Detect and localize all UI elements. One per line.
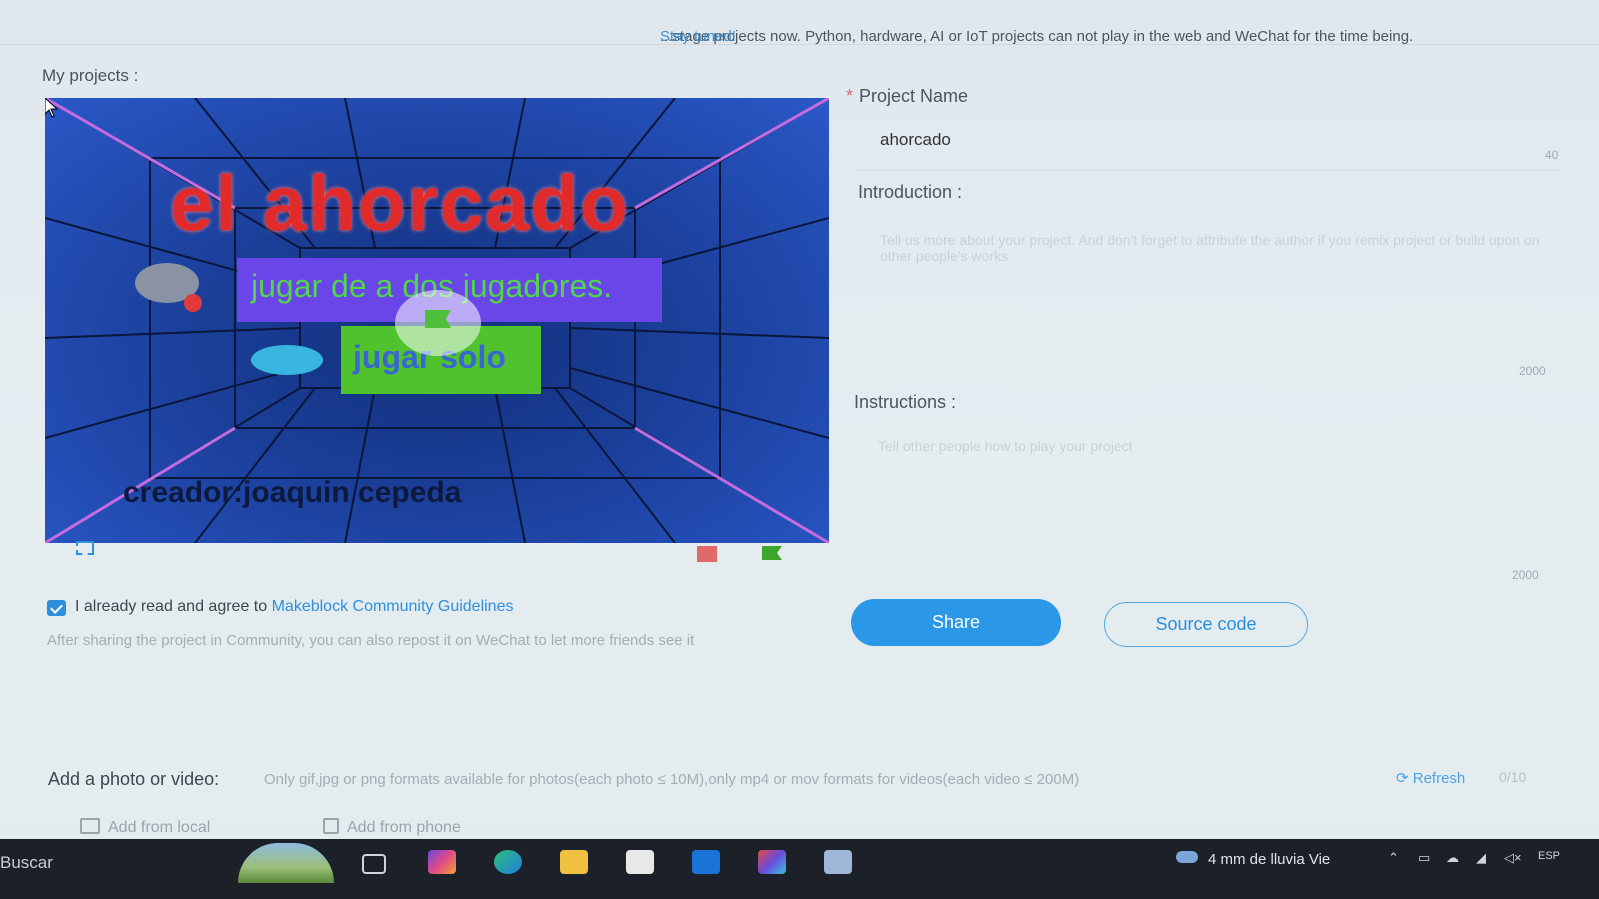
green-flag-overlay-icon[interactable] <box>395 290 481 356</box>
green-flag-icon[interactable] <box>762 546 782 560</box>
refresh-icon: ⟳ <box>1396 770 1413 787</box>
media-hint: Only gif,jpg or png formats available fo… <box>264 771 1080 788</box>
agreement-text: I already read and agree to Makeblock Co… <box>75 598 513 616</box>
wifi-icon[interactable]: ◢ <box>1476 850 1486 866</box>
introduction-max: 2000 <box>1519 364 1546 378</box>
app-icon[interactable] <box>824 850 852 874</box>
mouse-cursor-icon <box>45 98 59 118</box>
notice-bar: ...stage projects now. Python, hardware,… <box>0 0 1599 45</box>
edge-browser-icon[interactable] <box>494 850 522 874</box>
chevron-up-icon[interactable]: ⌃ <box>1388 850 1399 866</box>
outlook-icon[interactable] <box>692 850 720 874</box>
fullscreen-icon[interactable] <box>76 541 94 555</box>
source-code-button[interactable]: Source code <box>1104 602 1308 647</box>
phone-icon <box>323 818 339 834</box>
media-count: 0/10 <box>1499 769 1527 785</box>
project-name-underline <box>858 170 1558 171</box>
guidelines-link[interactable]: Makeblock Community Guidelines <box>272 598 514 615</box>
refresh-button[interactable]: ⟳ Refresh <box>1396 769 1465 787</box>
language-indicator[interactable]: ESP <box>1538 850 1560 862</box>
add-from-local-button[interactable]: Add from local <box>80 818 210 837</box>
office-icon[interactable] <box>758 850 786 874</box>
agreement-label: I already read and agree to <box>75 598 268 615</box>
media-label: Add a photo or video: <box>48 769 220 789</box>
stop-icon[interactable] <box>697 546 717 562</box>
project-name-input[interactable]: ahorcado <box>880 130 951 150</box>
project-name-label: * Project Name <box>846 86 969 106</box>
instructions-label: Instructions : <box>854 392 957 412</box>
creator-credit: creador:joaquin cepeda <box>123 476 462 509</box>
share-hint: After sharing the project in Community, … <box>47 632 695 649</box>
project-stage[interactable]: el ahorcado jugar de a dos jugadores. ju… <box>45 98 829 543</box>
required-mark: * <box>846 86 854 106</box>
introduction-textarea[interactable]: Tell us more about your project. And don… <box>880 232 1545 412</box>
stay-tuned-text: Stay tuned! <box>660 28 736 45</box>
task-view-icon[interactable] <box>362 854 386 874</box>
my-projects-label: My projects : <box>42 66 139 85</box>
gamepad-vs-icon <box>135 263 202 312</box>
rain-cloud-icon <box>1176 851 1198 863</box>
copilot-icon[interactable] <box>428 850 456 874</box>
instructions-max: 2000 <box>1512 568 1539 582</box>
introduction-label: Introduction : <box>858 182 963 202</box>
volume-muted-icon[interactable]: ◁× <box>1504 850 1522 866</box>
weather-widget[interactable]: 4 mm de lluvia Vie <box>1176 851 1330 868</box>
game-title: el ahorcado <box>170 159 630 247</box>
taskbar-search[interactable]: Buscar <box>0 853 53 873</box>
gamepad-solo-icon <box>251 345 323 375</box>
store-icon[interactable] <box>626 850 654 874</box>
project-name-max: 40 <box>1545 148 1559 162</box>
instructions-textarea[interactable]: Tell other people how to play your proje… <box>878 438 1543 568</box>
add-from-phone-button[interactable]: Add from phone <box>323 818 461 837</box>
notice-text: ...stage projects now. Python, hardware,… <box>660 28 1414 45</box>
share-button[interactable]: Share <box>851 599 1061 646</box>
onedrive-icon[interactable]: ☁ <box>1446 850 1459 866</box>
monitor-icon <box>80 818 100 834</box>
agree-checkbox[interactable] <box>47 600 66 616</box>
file-explorer-icon[interactable] <box>560 850 588 874</box>
network-status-icon[interactable]: ▭ <box>1418 850 1430 866</box>
